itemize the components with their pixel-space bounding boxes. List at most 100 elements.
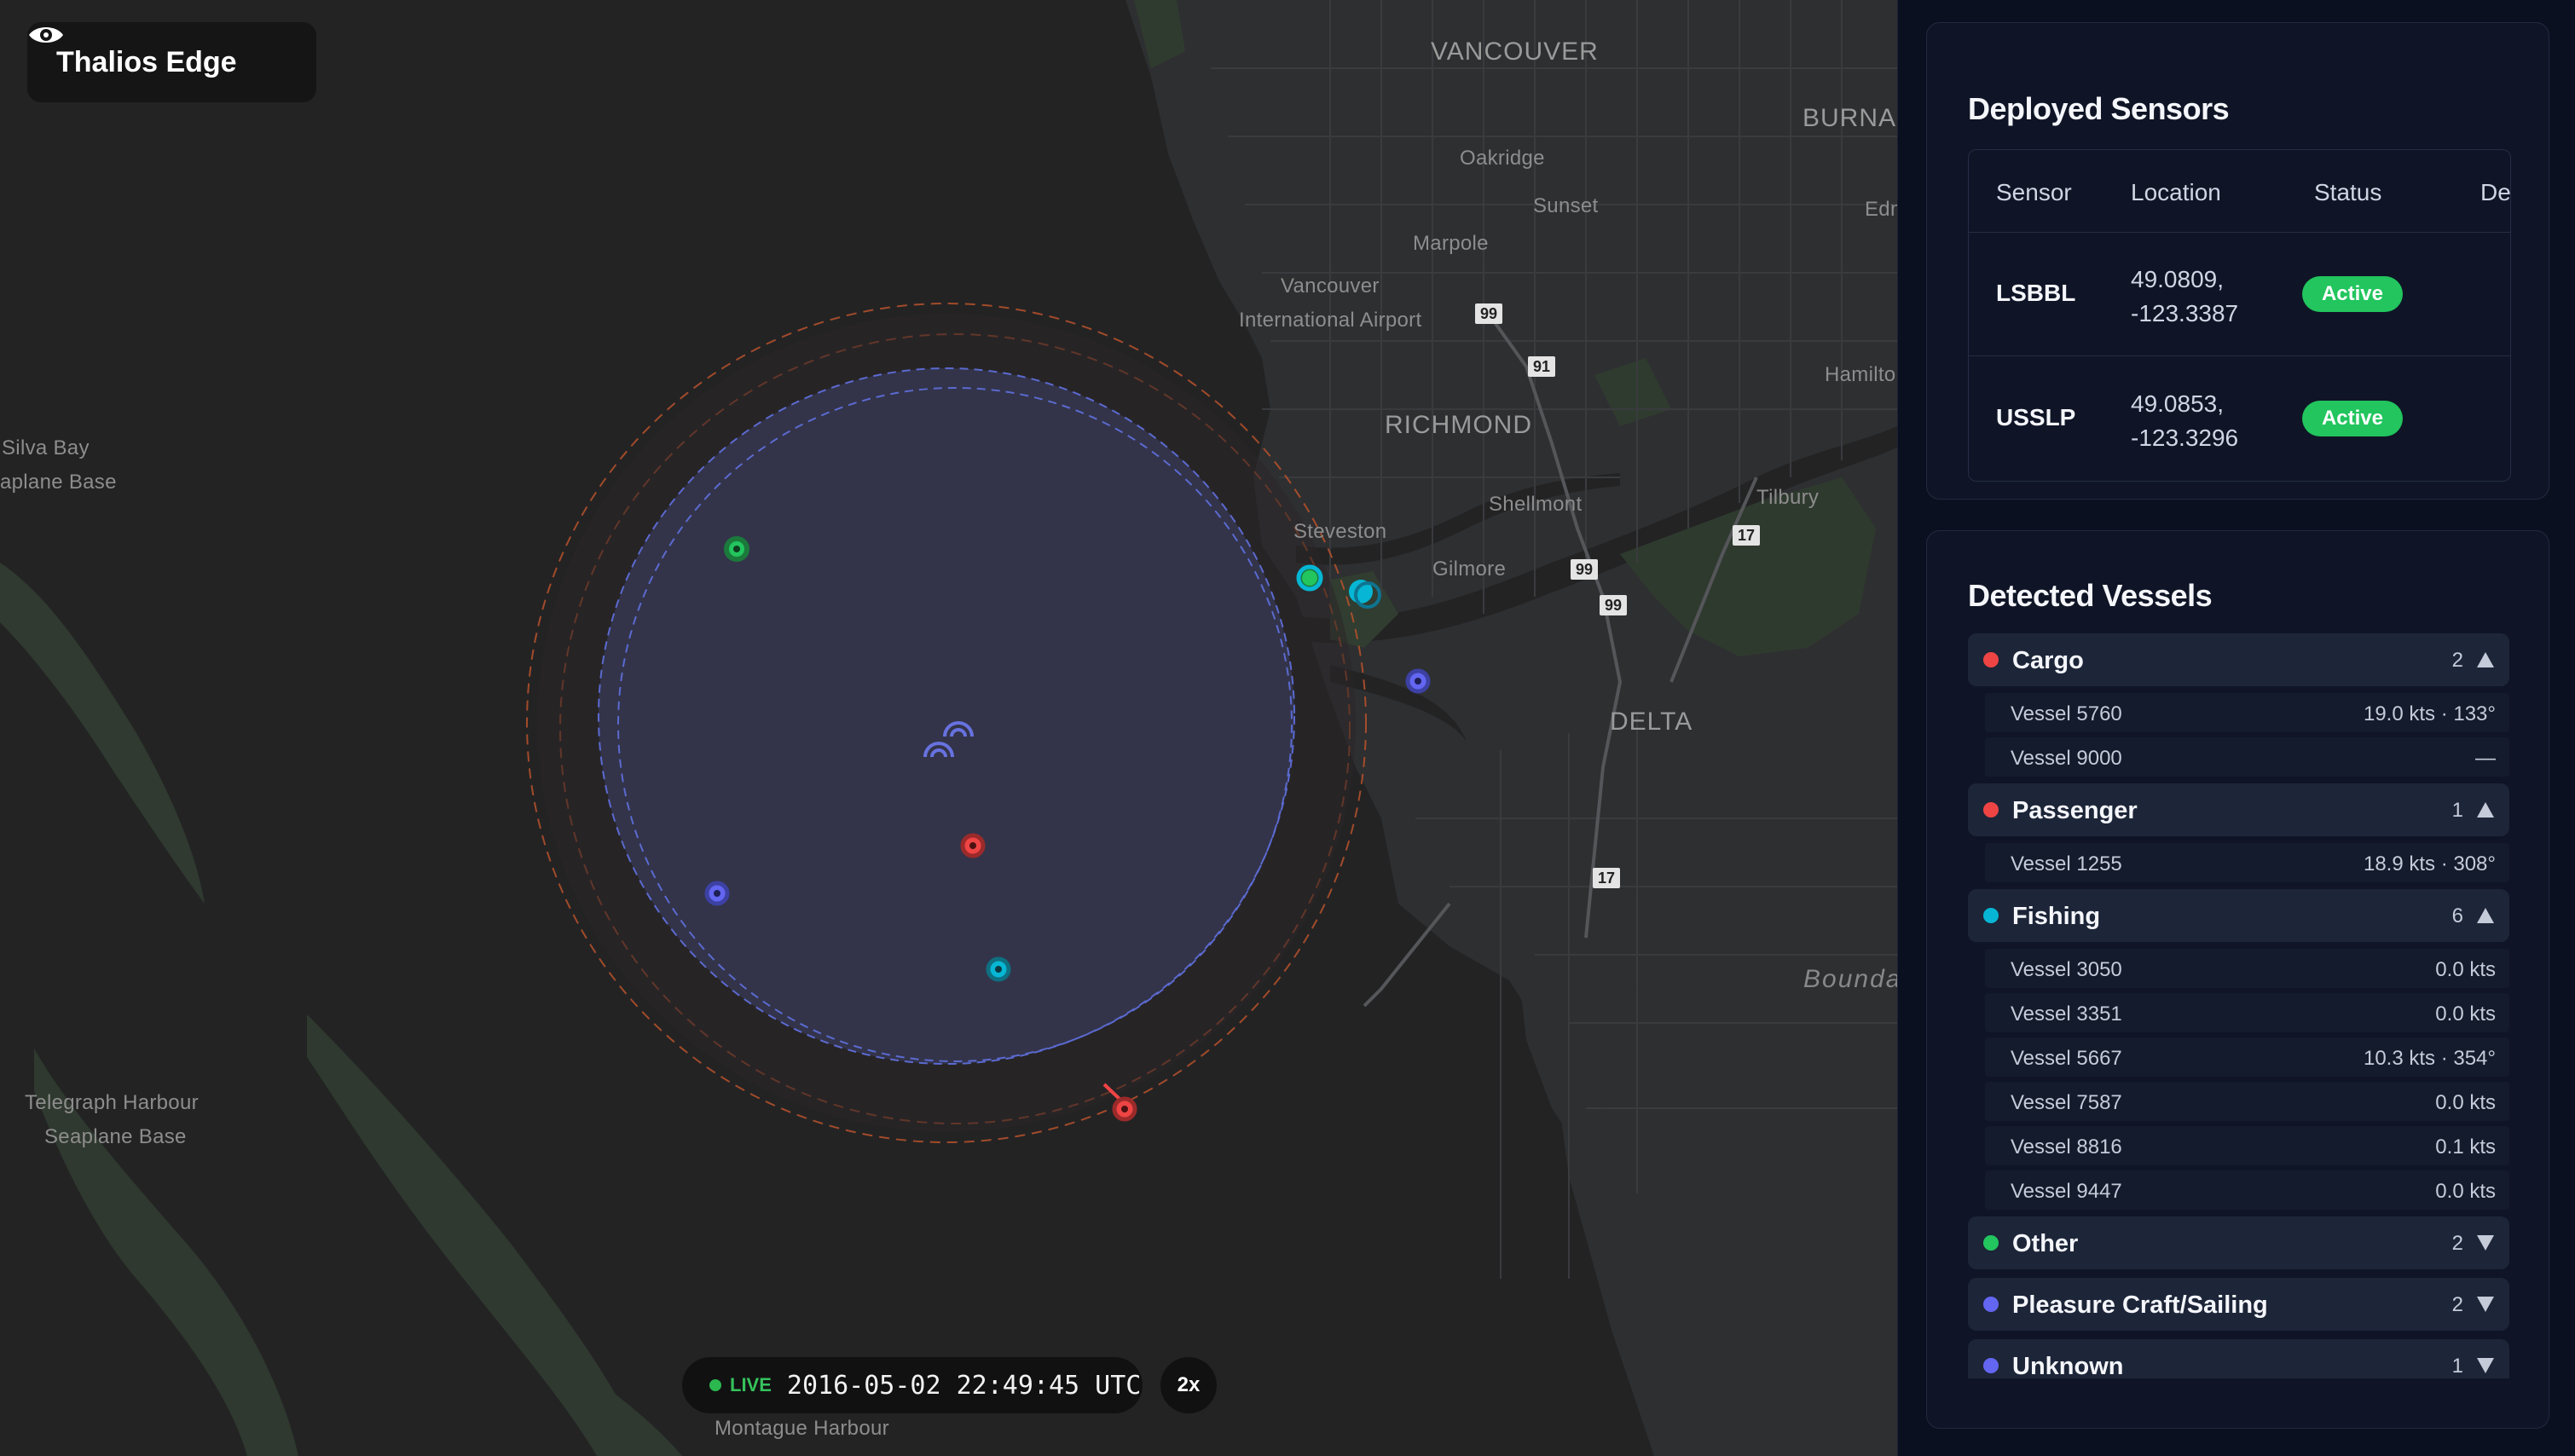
group-count: 2 — [2451, 1293, 2463, 1316]
playback-speed-button[interactable]: 2x — [1160, 1357, 1217, 1413]
table-row[interactable]: USSLP 49.0853, -123.3296 Active — [1969, 356, 2510, 480]
map-label-montague: Montague Harbour — [715, 1417, 889, 1440]
vessel-name: Vessel 3050 — [2011, 958, 2122, 981]
chevron-up-icon[interactable] — [2477, 802, 2494, 818]
vessel-name: Vessel 3351 — [2011, 1002, 2122, 1026]
category-color-dot — [1983, 652, 1999, 667]
vessel-name: Vessel 7587 — [2011, 1091, 2122, 1114]
list-item[interactable]: Vessel 3050 0.0 kts — [1985, 949, 2509, 988]
vessel-group-cargo[interactable]: Cargo 2 — [1968, 633, 2509, 686]
detected-vessels-title: Detected Vessels — [1968, 578, 2213, 613]
vessel-name: Vessel 5667 — [2011, 1047, 2122, 1070]
group-label: Pleasure Craft/Sailing — [2012, 1291, 2268, 1319]
coverage-inner-ring — [598, 367, 1295, 1065]
list-item[interactable]: Vessel 7587 0.0 kts — [1985, 1082, 2509, 1121]
group-label: Fishing — [2012, 903, 2101, 930]
group-count: 2 — [2451, 649, 2463, 672]
vessel-speed-heading: 18.9 kts · 308° — [2363, 852, 2496, 875]
highway-shield: 17 — [1593, 868, 1621, 888]
map-label-gilmore: Gilmore — [1432, 558, 1507, 581]
sensor-lat: 49.0853, — [2131, 390, 2224, 417]
chevron-down-icon[interactable] — [2477, 1297, 2494, 1312]
map-label-silva-bay: Silva Bay — [2, 436, 90, 459]
highway-shield: 99 — [1571, 559, 1599, 580]
group-label: Cargo — [2012, 647, 2084, 674]
column-header-location[interactable]: Location — [2131, 179, 2221, 206]
vessel-speed-heading: — — [2475, 747, 2496, 770]
column-header-detections[interactable]: Dete — [2480, 179, 2510, 206]
map-label-airport-line1: Vancouver — [1281, 274, 1380, 298]
group-count: 2 — [2451, 1232, 2463, 1255]
sensors-table-header: Sensor Location Status Dete — [1969, 150, 2510, 233]
vessel-group-other[interactable]: Other 2 — [1968, 1216, 2509, 1269]
map-label-steveston: Steveston — [1293, 520, 1387, 543]
map-label-vancouver: VANCOUVER — [1431, 38, 1599, 66]
sidebar: Deployed Sensors Sensor Location Status … — [1897, 0, 2575, 1456]
vessel-group-fishing[interactable]: Fishing 6 — [1968, 889, 2509, 942]
map-view[interactable]: VANCOUVER BURNAB Oakridge Sunset Marpole… — [0, 0, 1897, 1456]
highway-shield: 99 — [1600, 595, 1628, 615]
chevron-down-icon[interactable] — [2477, 1235, 2494, 1251]
vessel-speed-heading: 0.1 kts — [2435, 1135, 2496, 1158]
category-color-dot — [1983, 802, 1999, 818]
vessel-speed-heading: 10.3 kts · 354° — [2363, 1047, 2496, 1070]
sensor-lon: -123.3387 — [2131, 300, 2239, 326]
detected-vessels-card: Detected Vessels Cargo 2 Vessel 5760 19.… — [1926, 530, 2549, 1429]
vessel-name: Vessel 5760 — [2011, 702, 2122, 725]
vessel-name: Vessel 8816 — [2011, 1135, 2122, 1158]
vessel-speed-heading: 0.0 kts — [2435, 958, 2496, 981]
chevron-up-icon[interactable] — [2477, 908, 2494, 923]
map-label-tilbury: Tilbury — [1756, 486, 1820, 509]
chevron-down-icon[interactable] — [2477, 1358, 2494, 1373]
category-color-dot — [1983, 908, 1999, 923]
sensors-table: Sensor Location Status Dete LSBBL 49.080… — [1968, 149, 2511, 482]
column-header-sensor[interactable]: Sensor — [1996, 179, 2072, 206]
map-label-airport-line2: International Airport — [1239, 309, 1422, 332]
map-label-richmond: RICHMOND — [1385, 411, 1532, 439]
list-item[interactable]: Vessel 5760 19.0 kts · 133° — [1985, 693, 2509, 732]
category-color-dot — [1983, 1235, 1999, 1251]
map-label-burnaby: BURNAB — [1802, 104, 1897, 132]
map-label-silva-bay-seaplane: aplane Base — [0, 471, 117, 494]
group-label: Other — [2012, 1230, 2079, 1257]
map-label-hamilton: Hamilton — [1825, 363, 1897, 386]
category-color-dot — [1983, 1297, 1999, 1312]
highway-shield: 91 — [1528, 356, 1556, 377]
sensor-lat: 49.0809, — [2131, 266, 2224, 292]
list-item[interactable]: Vessel 9000 — — [1985, 737, 2509, 777]
highway-shield: 99 — [1475, 303, 1503, 324]
table-row[interactable]: LSBBL 49.0809, -123.3387 Active — [1969, 232, 2510, 356]
playback-timestamp: 2016-05-02 22:49:45 UTC — [786, 1370, 1142, 1401]
vessel-name: Vessel 9447 — [2011, 1180, 2122, 1203]
vessel-group-unknown[interactable]: Unknown 1 — [1968, 1339, 2509, 1378]
list-item[interactable]: Vessel 3351 0.0 kts — [1985, 993, 2509, 1032]
vessel-speed-heading: 0.0 kts — [2435, 1091, 2496, 1114]
map-label-oakridge: Oakridge — [1460, 147, 1545, 170]
status-badge: Active — [2302, 401, 2403, 436]
group-count: 6 — [2451, 904, 2463, 927]
vessel-name: Vessel 9000 — [2011, 747, 2122, 770]
list-item[interactable]: Vessel 8816 0.1 kts — [1985, 1126, 2509, 1165]
column-header-status[interactable]: Status — [2314, 179, 2381, 206]
vessel-name: Vessel 1255 — [2011, 852, 2122, 875]
deployed-sensors-title: Deployed Sensors — [1968, 91, 2230, 126]
deployed-sensors-card: Deployed Sensors Sensor Location Status … — [1926, 22, 2549, 500]
live-label: LIVE — [730, 1374, 772, 1395]
list-item[interactable]: Vessel 5667 10.3 kts · 354° — [1985, 1037, 2509, 1077]
status-badge: Active — [2302, 276, 2403, 312]
map-label-boundary: Bounda — [1803, 965, 1897, 993]
live-indicator-dot — [709, 1379, 721, 1391]
list-item[interactable]: Vessel 9447 0.0 kts — [1985, 1170, 2509, 1210]
sensor-name: LSBBL — [1996, 280, 2076, 306]
map-label-sunset: Sunset — [1533, 194, 1599, 217]
vessel-group-pleasure-craft[interactable]: Pleasure Craft/Sailing 2 — [1968, 1278, 2509, 1331]
list-item[interactable]: Vessel 1255 18.9 kts · 308° — [1985, 843, 2509, 882]
map-label-marpole: Marpole — [1413, 232, 1489, 255]
group-label: Unknown — [2012, 1353, 2124, 1378]
chevron-up-icon[interactable] — [2477, 652, 2494, 667]
vessel-group-passenger[interactable]: Passenger 1 — [1968, 783, 2509, 836]
app-brand[interactable]: Thalios Edge — [27, 22, 316, 102]
eye-icon — [29, 27, 63, 43]
group-count: 1 — [2451, 799, 2463, 822]
category-color-dot — [1983, 1358, 1999, 1373]
